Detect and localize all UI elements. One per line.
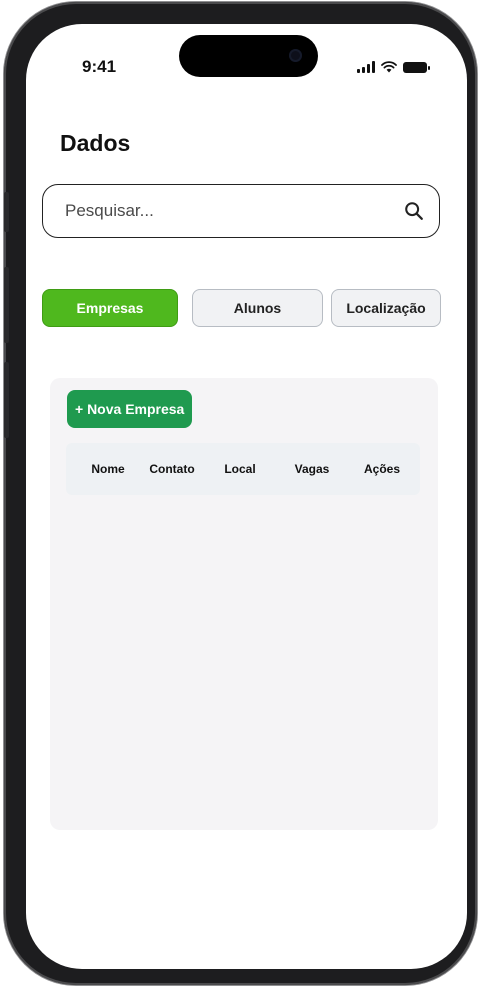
tab-empresas[interactable]: Empresas	[42, 289, 178, 327]
column-header-local[interactable]: Local	[224, 462, 255, 476]
action-button	[4, 192, 9, 232]
status-icons	[357, 59, 430, 73]
tab-alunos[interactable]: Alunos	[192, 289, 323, 327]
companies-panel: + Nova Empresa Nome Contato Local Vagas …	[50, 378, 438, 830]
camera-lens-icon	[289, 49, 302, 62]
column-header-vagas[interactable]: Vagas	[295, 462, 330, 476]
column-header-nome[interactable]: Nome	[91, 462, 124, 476]
wifi-icon	[381, 61, 397, 73]
tab-bar: Empresas Alunos Localização	[42, 289, 442, 327]
tab-localizacao[interactable]: Localização	[331, 289, 441, 327]
page-title: Dados	[60, 130, 131, 156]
column-header-contato[interactable]: Contato	[149, 462, 194, 476]
table-header: Nome Contato Local Vagas Ações	[66, 443, 420, 495]
search-icon[interactable]	[403, 200, 425, 222]
battery-icon	[403, 62, 430, 73]
screen: 9:41 Dados Empresas Alunos Localização	[26, 24, 467, 969]
phone-frame: 9:41 Dados Empresas Alunos Localização	[4, 2, 477, 985]
status-time: 9:41	[82, 57, 117, 76]
new-company-button[interactable]: + Nova Empresa	[67, 390, 193, 428]
search-input[interactable]	[63, 200, 403, 222]
volume-down-button	[4, 362, 9, 438]
search-bar[interactable]	[42, 184, 440, 238]
dynamic-island	[179, 35, 318, 77]
column-header-acoes[interactable]: Ações	[364, 462, 400, 476]
volume-up-button	[4, 267, 9, 343]
signal-icon	[357, 61, 375, 73]
